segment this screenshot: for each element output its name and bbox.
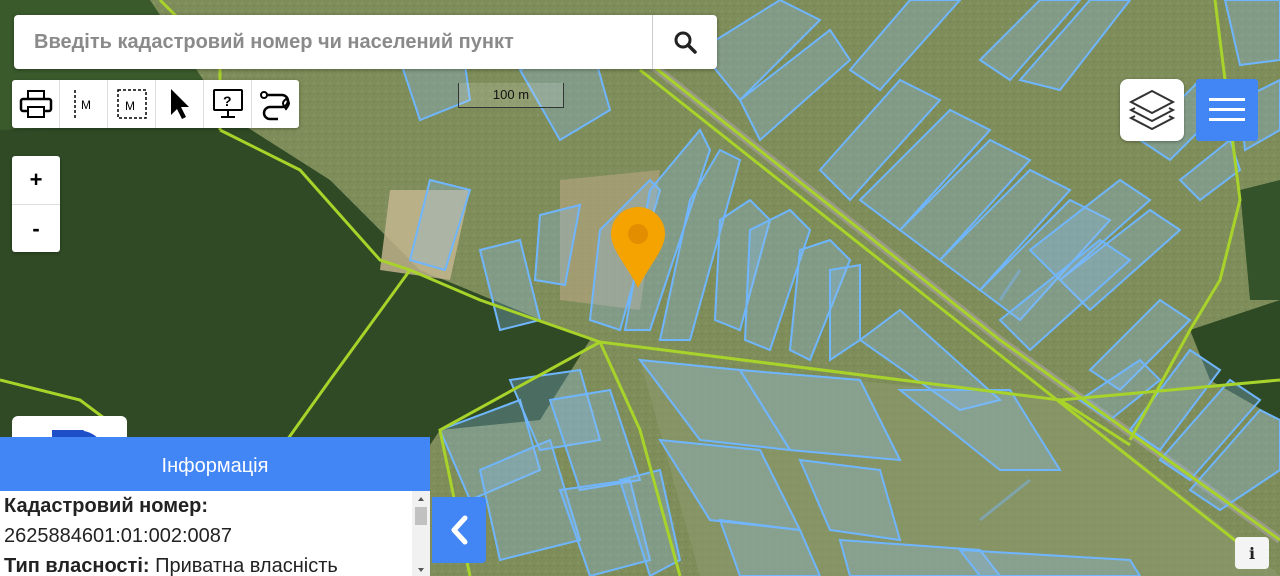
main-menu-button[interactable] [1196,79,1258,141]
search-button[interactable] [652,15,717,69]
measure-distance-button[interactable]: M [60,80,108,128]
search-bar [14,15,717,69]
info-panel-content: Кадастровий номер: 2625884601:01:002:008… [0,491,412,576]
pointer-icon [170,89,189,119]
info-panel: Інформація Кадастровий номер: 2625884601… [0,437,430,576]
layers-icon [1128,89,1176,131]
zoom-control: + - [12,156,60,252]
search-input[interactable] [14,15,650,69]
scroll-thumb[interactable] [415,507,427,525]
svg-text:M: M [125,99,135,113]
route-button[interactable] [252,80,299,128]
measure-area-icon: M [116,89,147,119]
layers-button[interactable] [1120,79,1184,141]
cadastral-number-label: Кадастровий номер: [4,495,209,517]
print-icon [19,90,52,118]
search-icon [674,31,697,54]
collapse-panel-button[interactable] [432,497,486,563]
print-button[interactable] [12,80,60,128]
measure-area-button[interactable]: M [108,80,156,128]
ownership-value: Приватна власність [155,555,338,576]
info-panel-title: Інформація [0,437,430,491]
zoom-out-button[interactable]: - [12,205,60,253]
measure-distance-icon: M [73,90,91,118]
scale-bar: 100 m [458,83,564,108]
identify-help-icon: ? [212,89,243,118]
svg-text:?: ? [223,93,232,109]
hamburger-menu-icon [1209,98,1245,121]
identify-button[interactable]: ? [204,80,252,128]
ownership-row: Тип власності: Приватна власність [4,551,408,576]
chevron-left-icon [451,515,468,545]
info-panel-scrollbar[interactable] [412,491,430,576]
zoom-in-button[interactable]: + [12,156,60,205]
cadastral-number-value: 2625884601:01:002:0087 [4,525,233,547]
select-pointer-button[interactable] [156,80,204,128]
ownership-label: Тип власності: [4,555,150,576]
scroll-down-arrow-icon[interactable] [412,564,430,576]
scroll-up-arrow-icon[interactable] [412,493,430,505]
map-toolbar: M M ? [12,80,299,128]
svg-text:M: M [81,98,91,112]
route-icon [259,91,290,121]
attribution-info-button[interactable]: i [1235,537,1269,569]
